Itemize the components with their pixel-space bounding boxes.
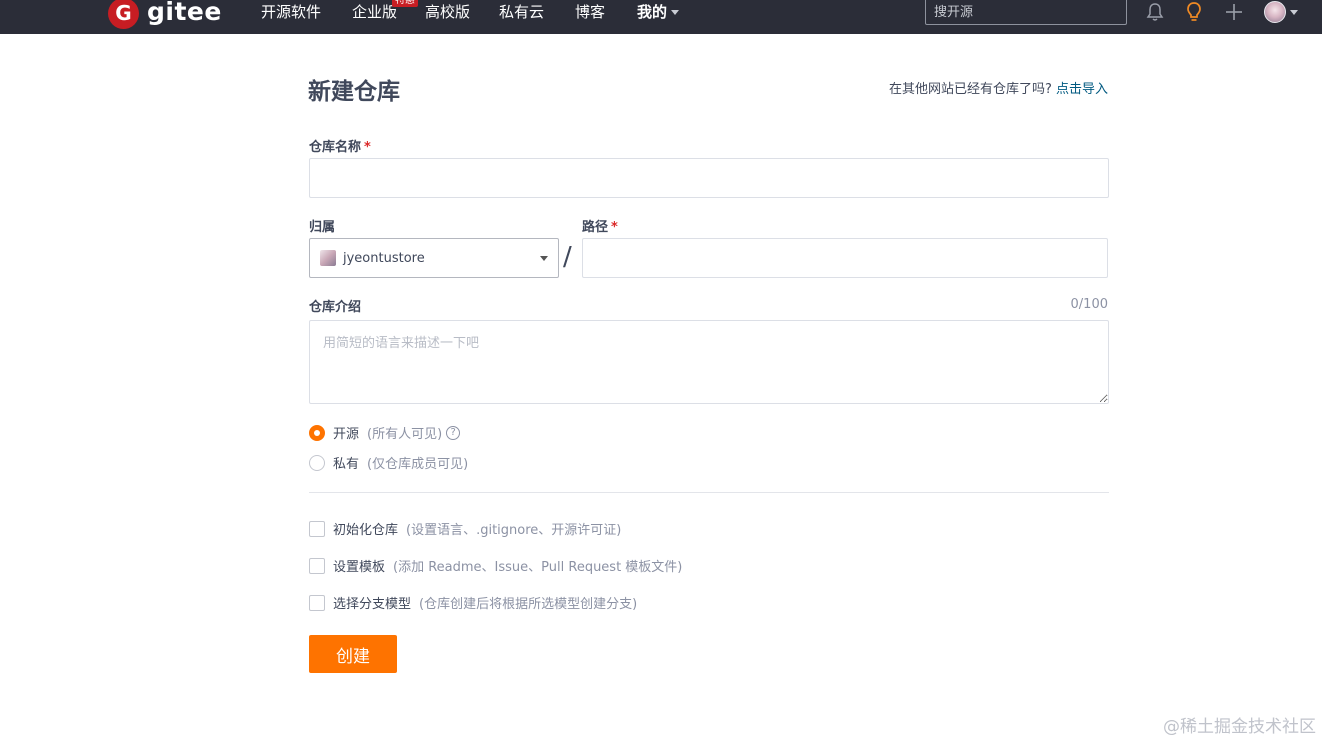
visibility-private-label: 私有 xyxy=(333,457,360,472)
init-repo-checkbox[interactable]: 初始化仓库 (设置语言、.gitignore、开源许可证) xyxy=(309,519,621,538)
nav-mine-label: 我的 xyxy=(637,3,668,21)
nav-mine[interactable]: 我的 xyxy=(637,0,680,24)
desc-counter: 0/100 xyxy=(1070,297,1108,312)
desc-label: 仓库介绍 xyxy=(309,300,362,315)
plus-icon[interactable] xyxy=(1223,0,1245,24)
required-mark: * xyxy=(364,140,371,155)
chevron-down-icon xyxy=(540,256,548,261)
visibility-public-radio[interactable]: 开源 (所有人可见) ? xyxy=(309,423,461,442)
template-checkbox[interactable]: 设置模板 (添加 Readme、Issue、Pull Request 模板文件) xyxy=(309,556,682,575)
owner-label: 归属 xyxy=(309,220,336,235)
chevron-down-icon xyxy=(671,10,680,15)
logo-badge: G xyxy=(108,0,139,29)
branch-model-checkbox[interactable]: 选择分支模型 (仓库创建后将根据所选模型创建分支) xyxy=(309,593,637,612)
repo-name-label: 仓库名称 * xyxy=(309,136,371,155)
import-prompt: 在其他网站已经有仓库了吗? 点击导入 xyxy=(889,78,1108,97)
checkbox[interactable] xyxy=(309,520,325,537)
template-label: 设置模板 xyxy=(333,560,386,575)
path-input[interactable] xyxy=(582,238,1108,278)
divider xyxy=(309,492,1109,493)
logo-text: gitee xyxy=(147,0,222,26)
search-input[interactable] xyxy=(925,0,1127,25)
radio-unchecked[interactable] xyxy=(309,454,325,471)
repo-name-input[interactable] xyxy=(309,158,1109,198)
repo-name-label-text: 仓库名称 xyxy=(309,140,362,155)
user-menu[interactable] xyxy=(1264,0,1298,24)
promo-badge: 特惠 xyxy=(392,0,418,7)
nav-university[interactable]: 高校版 xyxy=(425,0,470,24)
owner-avatar xyxy=(320,250,336,266)
create-button[interactable]: 创建 xyxy=(309,635,397,673)
page-title: 新建仓库 xyxy=(308,79,400,105)
template-hint: (添加 Readme、Issue、Pull Request 模板文件) xyxy=(393,560,683,575)
checkbox[interactable] xyxy=(309,557,325,574)
checkbox[interactable] xyxy=(309,594,325,611)
desc-textarea[interactable] xyxy=(309,320,1109,404)
owner-name: jyeontustore xyxy=(343,250,425,266)
top-navbar: G gitee 开源软件 企业版 特惠 高校版 私有云 博客 我的 xyxy=(0,0,1322,34)
chevron-down-icon xyxy=(1290,9,1298,15)
branch-model-hint: (仓库创建后将根据所选模型创建分支) xyxy=(419,597,638,612)
gitee-logo[interactable]: G gitee xyxy=(108,0,222,30)
import-link[interactable]: 点击导入 xyxy=(1056,82,1108,97)
lightbulb-icon[interactable] xyxy=(1183,0,1205,24)
visibility-private-hint: (仅仓库成员可见) xyxy=(367,457,469,472)
owner-select[interactable]: jyeontustore xyxy=(309,238,559,278)
path-separator: / xyxy=(563,242,572,272)
nav-private-cloud[interactable]: 私有云 xyxy=(499,0,544,24)
init-repo-hint: (设置语言、.gitignore、开源许可证) xyxy=(406,523,622,538)
help-icon[interactable]: ? xyxy=(446,425,461,440)
visibility-public-hint: (所有人可见) xyxy=(367,427,443,442)
branch-model-label: 选择分支模型 xyxy=(333,597,412,612)
watermark: @稀土掘金技术社区 xyxy=(1163,717,1316,737)
init-repo-label: 初始化仓库 xyxy=(333,523,399,538)
nav-enterprise[interactable]: 企业版 xyxy=(352,0,397,24)
bell-icon[interactable] xyxy=(1144,0,1166,24)
import-prompt-text: 在其他网站已经有仓库了吗? xyxy=(888,82,1052,97)
visibility-public-label: 开源 xyxy=(333,427,360,442)
radio-checked[interactable] xyxy=(309,424,325,441)
nav-blog[interactable]: 博客 xyxy=(575,0,605,24)
required-mark: * xyxy=(611,220,618,235)
path-label-text: 路径 xyxy=(582,220,609,235)
visibility-private-radio[interactable]: 私有 (仅仓库成员可见) xyxy=(309,453,468,472)
user-avatar xyxy=(1264,1,1286,23)
path-label: 路径 * xyxy=(582,216,618,235)
nav-open-source[interactable]: 开源软件 xyxy=(261,0,321,24)
